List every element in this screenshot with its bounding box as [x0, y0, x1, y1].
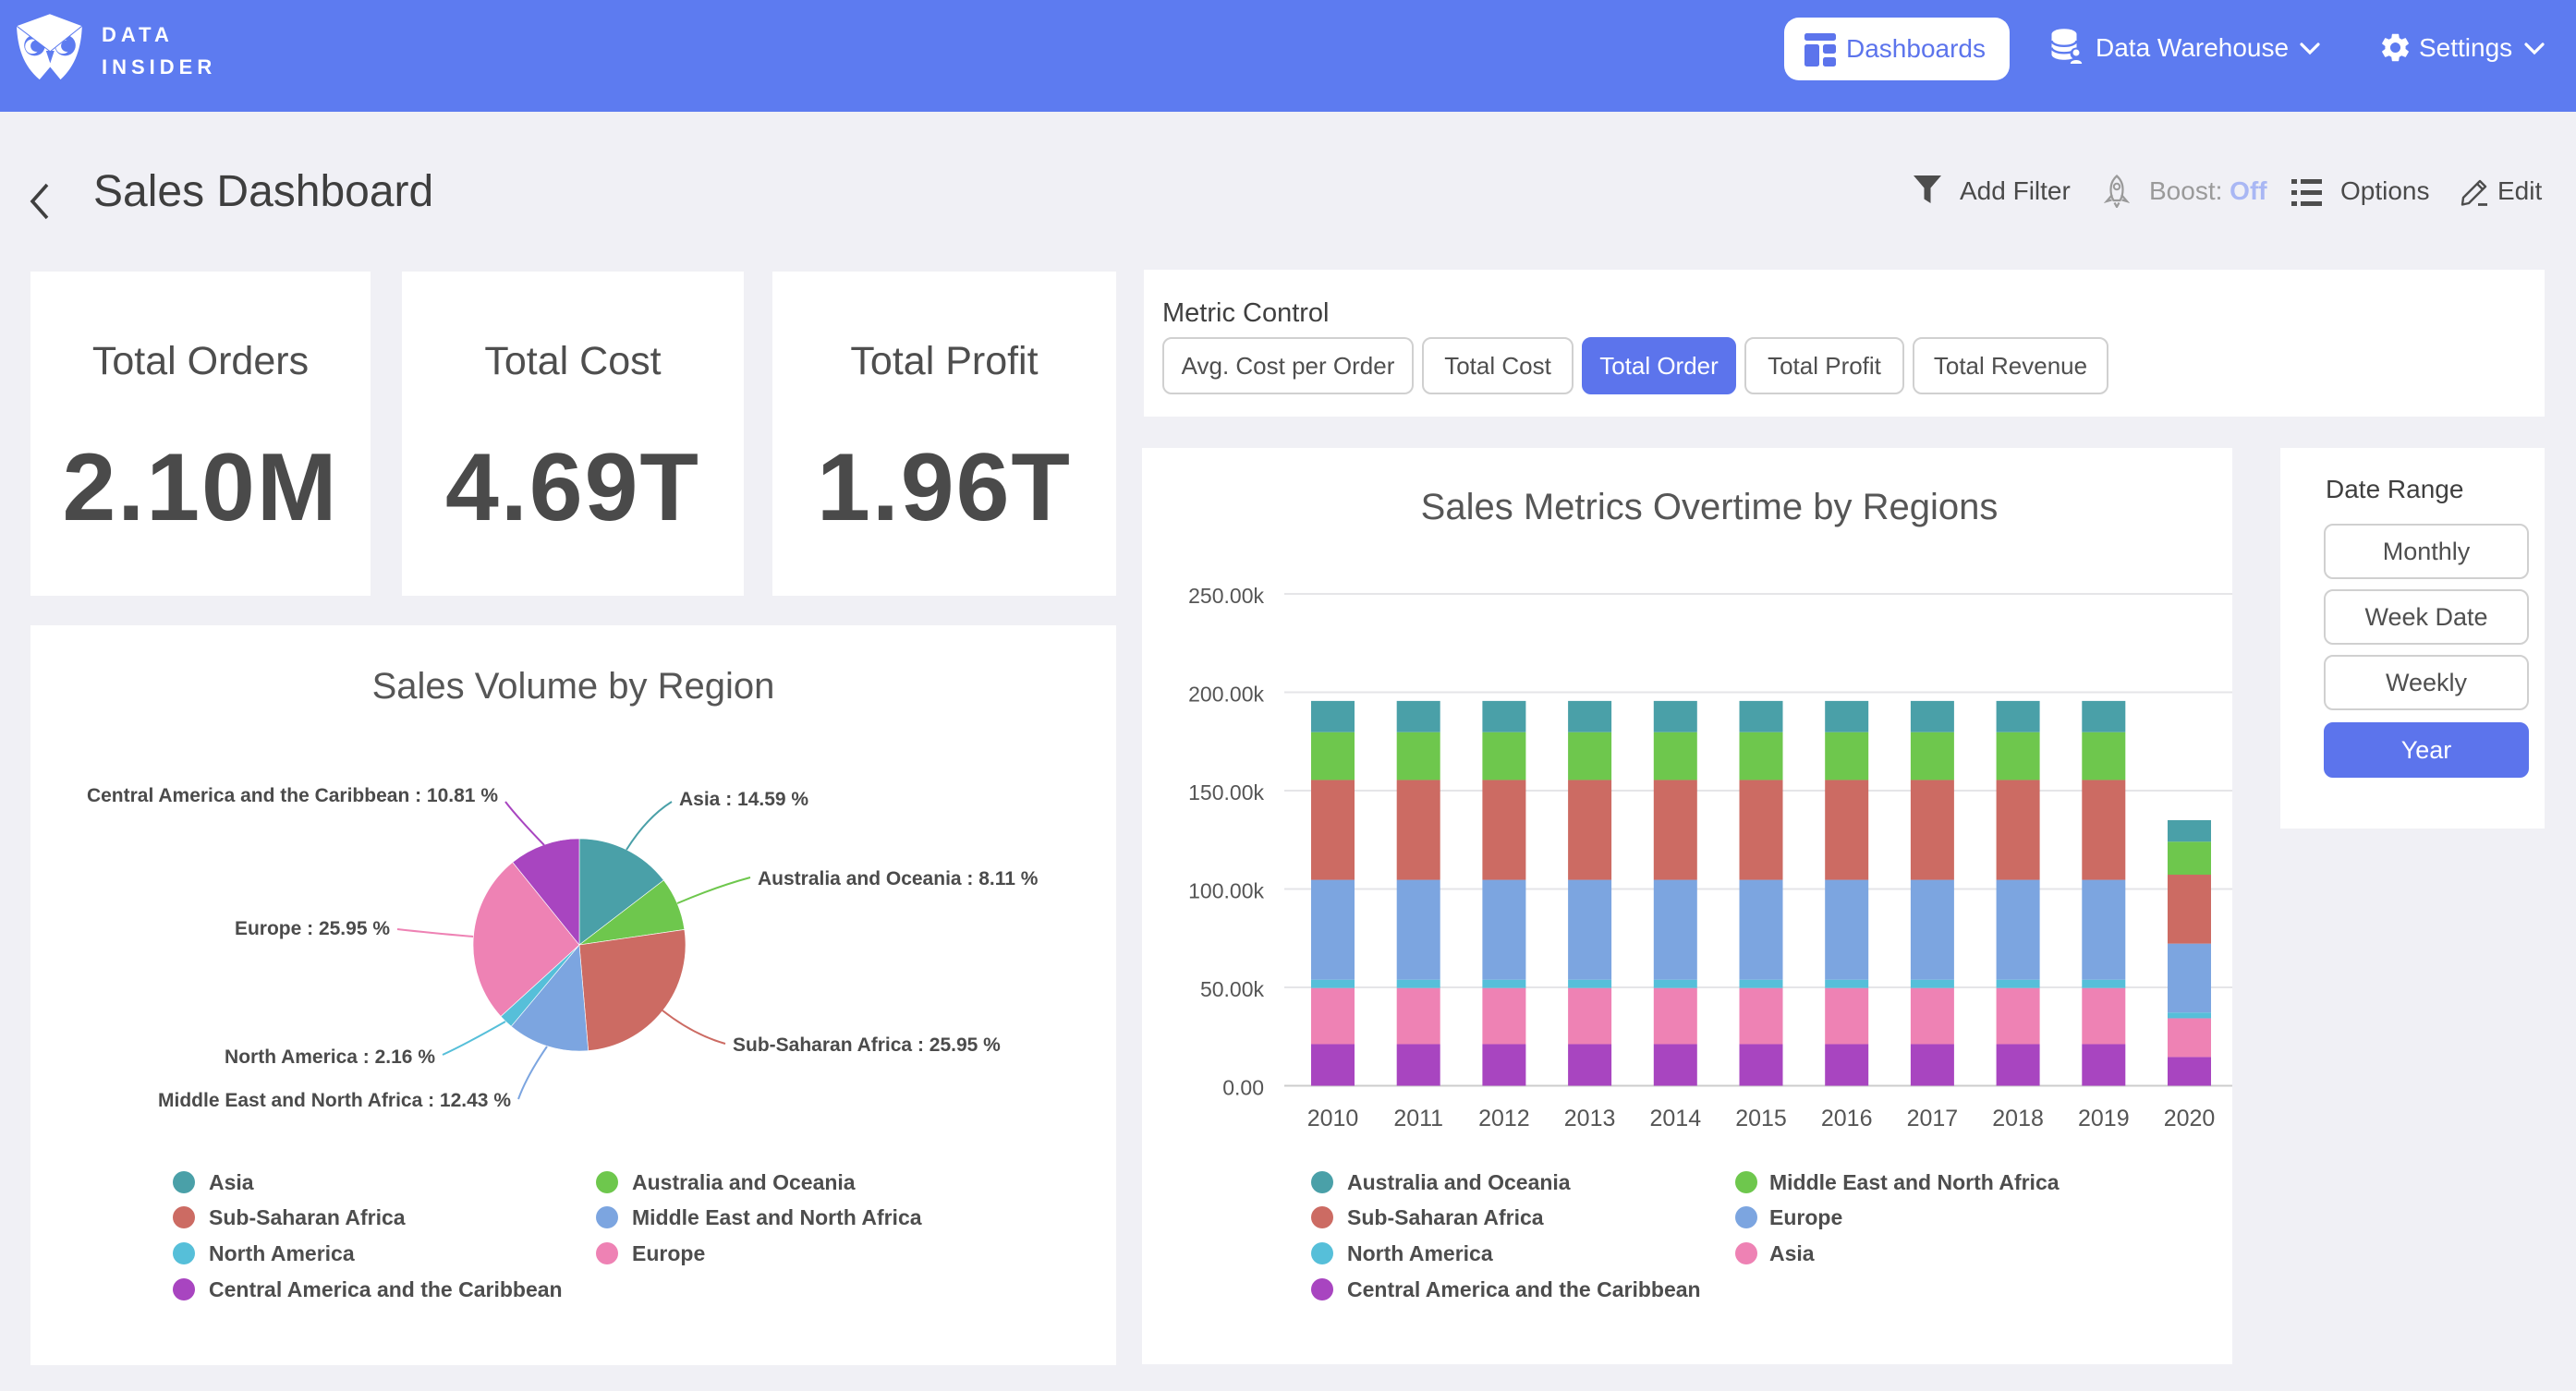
svg-text:100.00k: 100.00k [1188, 879, 1264, 903]
svg-text:2013: 2013 [1564, 1106, 1616, 1131]
svg-text:2016: 2016 [1821, 1106, 1873, 1131]
svg-text:2018: 2018 [1992, 1106, 2044, 1131]
svg-text:2010: 2010 [1307, 1106, 1359, 1131]
svg-text:2020: 2020 [2164, 1106, 2216, 1131]
svg-text:150.00k: 150.00k [1188, 780, 1264, 804]
svg-text:2017: 2017 [1907, 1106, 1959, 1131]
svg-text:2011: 2011 [1393, 1106, 1443, 1131]
svg-text:2012: 2012 [1478, 1106, 1530, 1131]
svg-text:250.00k: 250.00k [1188, 584, 1264, 608]
svg-text:50.00k: 50.00k [1200, 977, 1265, 1001]
svg-text:200.00k: 200.00k [1188, 683, 1264, 707]
svg-text:2019: 2019 [2078, 1106, 2130, 1131]
svg-text:2015: 2015 [1735, 1106, 1787, 1131]
svg-text:0.00: 0.00 [1222, 1076, 1264, 1100]
svg-text:2014: 2014 [1649, 1106, 1701, 1131]
